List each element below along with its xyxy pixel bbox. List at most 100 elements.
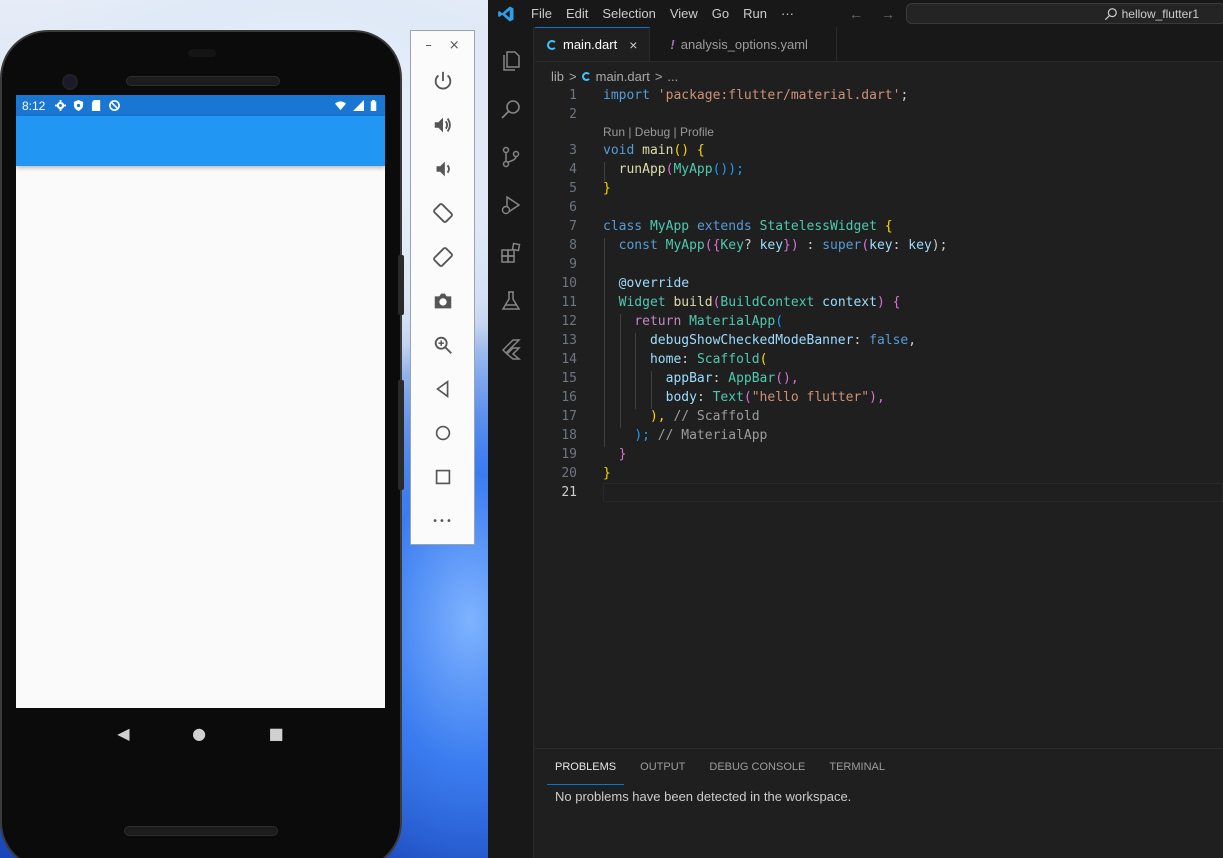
code-token: ());: [712, 162, 744, 177]
menu-edit[interactable]: Edit: [559, 6, 595, 21]
code-token: const: [618, 238, 658, 253]
code-token: }: [603, 181, 611, 196]
code-token: ),: [869, 390, 885, 405]
close-tab-icon[interactable]: ×: [629, 37, 637, 53]
shield-icon: [74, 100, 84, 111]
overview-button[interactable]: [421, 455, 465, 499]
bottom-panel: PROBLEMS OUTPUT DEBUG CONSOLE TERMINAL N…: [535, 748, 1223, 858]
source-control-button[interactable]: [488, 133, 534, 181]
vscode-logo-icon: [488, 5, 524, 23]
line-number: 1: [569, 88, 577, 103]
android-nav-bar: ◀ ● ■: [16, 708, 385, 758]
line-number: 11: [561, 295, 577, 310]
more-options-button[interactable]: •••: [421, 499, 465, 543]
code-token: context: [822, 295, 877, 310]
menu-go[interactable]: Go: [705, 6, 736, 21]
code-token: AppBar: [728, 371, 776, 386]
code-token: import: [603, 88, 650, 103]
tab-debug-console[interactable]: DEBUG CONSOLE: [701, 749, 813, 785]
nav-back-arrow-icon[interactable]: ←: [849, 6, 863, 22]
search-view-button[interactable]: [488, 85, 534, 133]
command-center-search[interactable]: hellow_flutter1: [906, 3, 1223, 24]
code-line: 20 }: [535, 464, 1223, 483]
tab-output[interactable]: OUTPUT: [632, 749, 693, 785]
tab-main-dart[interactable]: main.dart ×: [535, 27, 651, 61]
volume-down-button[interactable]: [421, 147, 465, 191]
menu-file[interactable]: File: [524, 6, 559, 21]
minimize-button[interactable]: –: [425, 38, 432, 53]
flutter-button[interactable]: [488, 325, 534, 373]
code-token: ,: [908, 333, 917, 348]
volume-up-button[interactable]: [421, 103, 465, 147]
nav-forward-arrow-icon[interactable]: →: [881, 6, 895, 22]
back-button[interactable]: [421, 367, 465, 411]
code-token: void: [603, 143, 635, 158]
line-number: 9: [569, 257, 577, 272]
code-token: home: [649, 352, 682, 367]
code-token: (: [759, 352, 768, 367]
menu-view[interactable]: View: [663, 6, 705, 21]
code-line-current: 21: [535, 483, 1223, 502]
menu-selection[interactable]: Selection: [595, 6, 662, 21]
phone-top-sensor: [188, 49, 216, 57]
line-number: 2: [569, 107, 577, 122]
code-token: ) {: [876, 295, 901, 310]
explorer-button[interactable]: [488, 37, 534, 85]
recents-nav-button[interactable]: ■: [269, 724, 284, 743]
yaml-file-icon: !: [670, 36, 675, 52]
tab-label: main.dart: [563, 37, 618, 52]
code-line: 1 import 'package:flutter/material.dart'…: [535, 86, 1223, 105]
wifi-icon: [335, 101, 346, 111]
screenshot-button[interactable]: [421, 279, 465, 323]
phone-power-side-button[interactable]: [398, 255, 404, 315]
code-token: main: [642, 143, 674, 158]
code-token: ?: [743, 238, 760, 253]
phone-screen[interactable]: 8:12: [16, 95, 385, 708]
back-nav-button[interactable]: ◀: [117, 724, 129, 743]
menu-more[interactable]: ···: [774, 6, 801, 21]
run-debug-button[interactable]: [488, 181, 534, 229]
testing-button[interactable]: [488, 277, 534, 325]
home-button[interactable]: [421, 411, 465, 455]
code-token: return: [634, 314, 682, 329]
dart-file-icon: [547, 39, 557, 50]
codelens-run-debug-profile[interactable]: Run | Debug | Profile: [603, 125, 714, 139]
menu-run[interactable]: Run: [736, 6, 774, 21]
zoom-button[interactable]: [421, 323, 465, 367]
code-line: 15 appBar: AppBar(),: [535, 369, 1223, 388]
code-token: }: [618, 447, 627, 462]
code-token: (),: [775, 371, 799, 386]
android-status-bar: 8:12: [16, 95, 385, 116]
overview-square-icon: [435, 469, 450, 485]
code-line: 18 ); // MaterialApp: [535, 426, 1223, 445]
phone-speaker-bottom: [124, 826, 278, 836]
tab-problems[interactable]: PROBLEMS: [547, 749, 625, 785]
back-triangle-icon: [435, 380, 448, 398]
code-line: 11 Widget build(BuildContext context) {: [535, 293, 1223, 312]
code-line: 6: [535, 198, 1223, 217]
home-nav-button[interactable]: ●: [192, 724, 206, 743]
power-icon: [434, 71, 451, 90]
extensions-button[interactable]: [488, 229, 534, 277]
breadcrumb-file[interactable]: main.dart: [596, 69, 650, 84]
code-token: MyApp: [673, 162, 713, 177]
rotate-left-button[interactable]: [421, 191, 465, 235]
panel-tabs: PROBLEMS OUTPUT DEBUG CONSOLE TERMINAL: [535, 749, 1223, 785]
code-editor[interactable]: 1 import 'package:flutter/material.dart'…: [535, 86, 1223, 748]
rotate-right-button[interactable]: [421, 235, 465, 279]
phone-volume-side-button[interactable]: [398, 380, 404, 490]
workspace-name: hellow_flutter1: [1121, 6, 1199, 21]
line-number: 5: [569, 181, 577, 196]
close-button[interactable]: ×: [449, 38, 460, 53]
line-number: 4: [569, 162, 577, 177]
power-button[interactable]: [421, 59, 465, 103]
code-line: 13 debugShowCheckedModeBanner: false,: [535, 331, 1223, 350]
tab-analysis-options[interactable]: ! analysis_options.yaml: [650, 27, 837, 61]
beaker-icon: [501, 291, 520, 310]
editor-tabs: main.dart × ! analysis_options.yaml: [535, 27, 1223, 62]
line-number: 13: [561, 333, 577, 348]
breadcrumb-folder[interactable]: lib: [551, 69, 564, 84]
code-token: body: [665, 390, 697, 405]
breadcrumb-symbol[interactable]: ...: [667, 69, 678, 84]
tab-terminal[interactable]: TERMINAL: [821, 749, 893, 785]
